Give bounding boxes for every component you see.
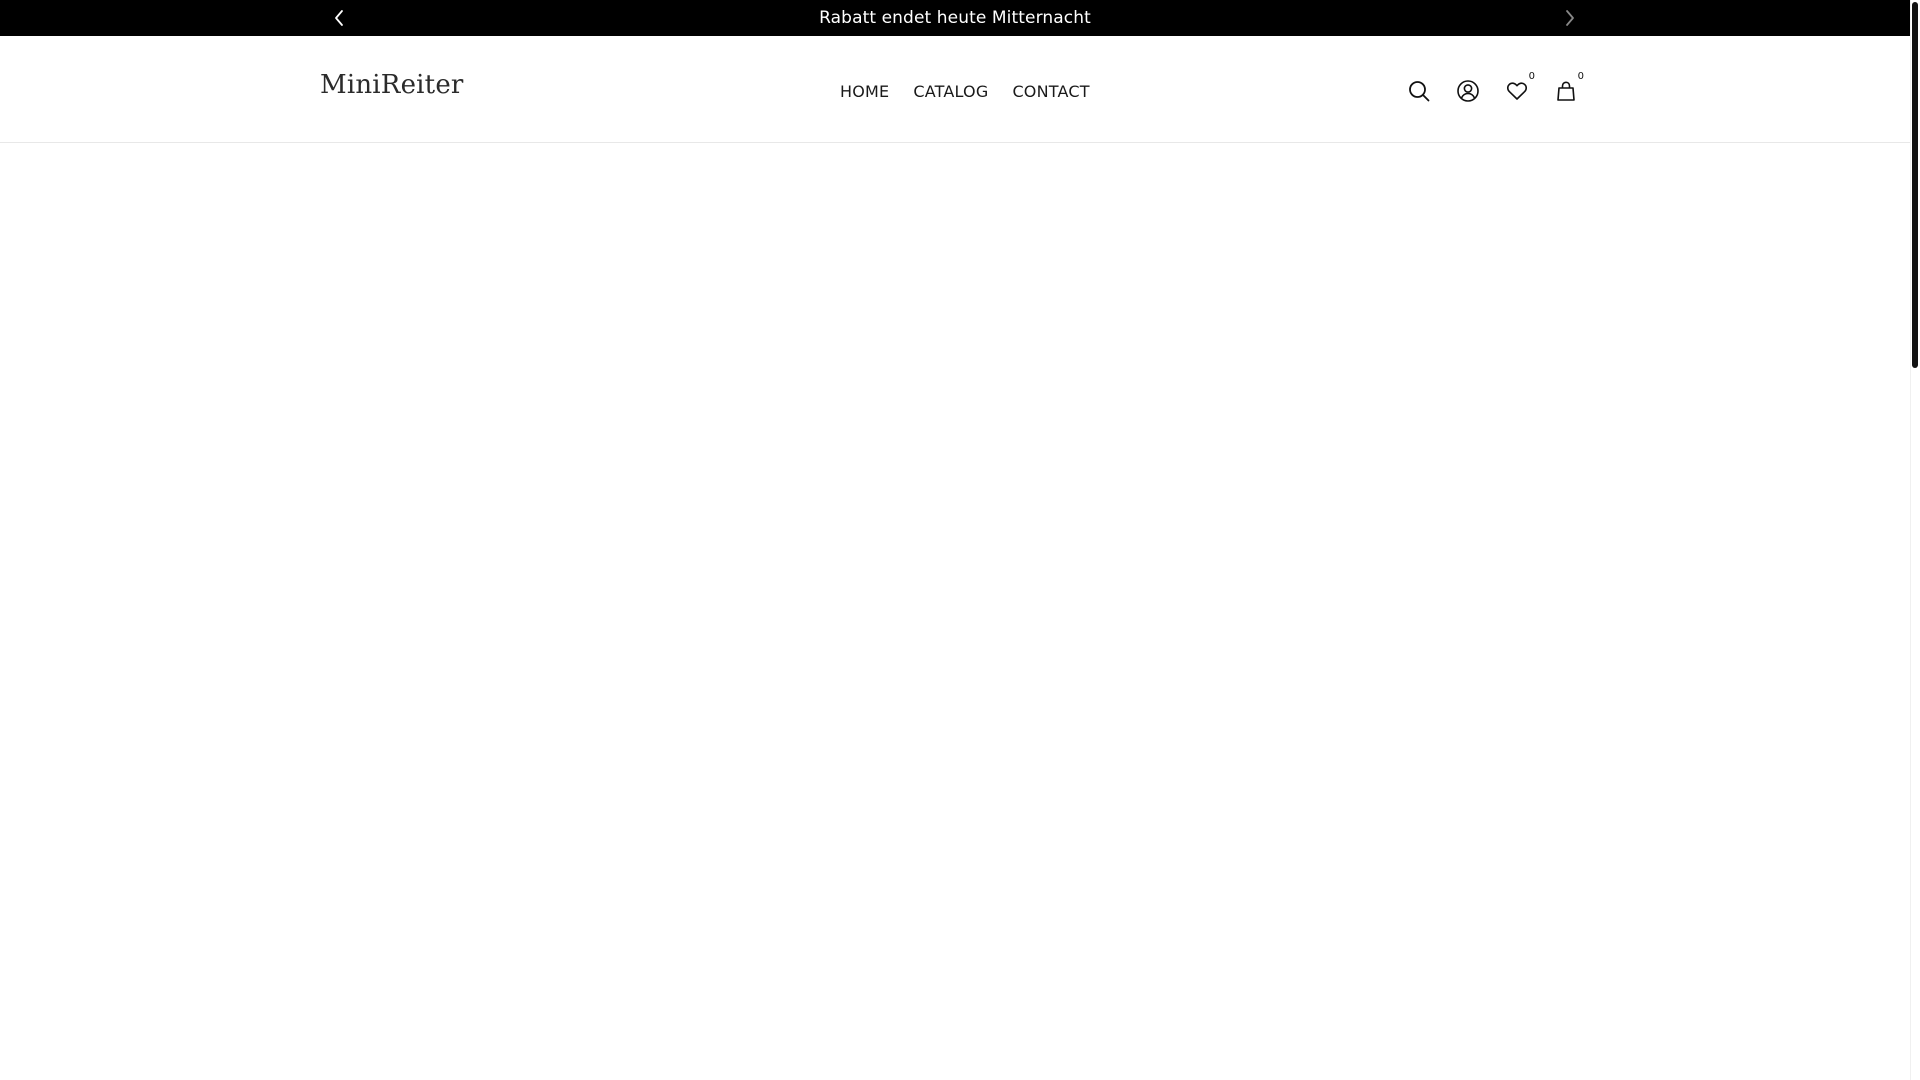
- cart-button[interactable]: 0: [1552, 72, 1584, 105]
- announcement-next-button[interactable]: [1552, 0, 1588, 36]
- nav-contact-link[interactable]: CONTACT: [1012, 82, 1089, 101]
- heart-icon: [1505, 79, 1529, 103]
- chevron-right-icon: [1564, 9, 1576, 27]
- chevron-left-icon: [333, 9, 345, 27]
- search-icon: [1407, 79, 1431, 103]
- page-scrollbar[interactable]: [1910, 0, 1920, 1080]
- announcement-text: Rabatt endet heute Mitternacht: [819, 8, 1091, 28]
- main-nav: HOME CATALOG CONTACT: [840, 82, 1090, 101]
- site-logo[interactable]: MiniReiter: [320, 72, 464, 98]
- user-circle-icon: [1456, 79, 1480, 103]
- main-content: [0, 144, 1910, 1080]
- cart-count-badge: 0: [1577, 71, 1584, 82]
- page: Rabatt endet heute Mitternacht MiniReite…: [0, 0, 1920, 1080]
- shopping-bag-icon: [1554, 79, 1578, 103]
- scrollbar-thumb[interactable]: [1912, 2, 1918, 368]
- announcement-bar: Rabatt endet heute Mitternacht: [0, 0, 1910, 36]
- nav-catalog-link[interactable]: CATALOG: [913, 82, 988, 101]
- wishlist-button[interactable]: 0: [1503, 72, 1535, 105]
- nav-home-link[interactable]: HOME: [840, 82, 889, 101]
- search-button[interactable]: [1405, 77, 1433, 105]
- announcement-prev-button[interactable]: [321, 0, 357, 36]
- header-icons: 0 0: [1405, 72, 1584, 105]
- account-button[interactable]: [1454, 77, 1482, 105]
- wishlist-count-badge: 0: [1528, 71, 1535, 82]
- site-header: MiniReiter HOME CATALOG CONTACT 0 0: [0, 36, 1910, 143]
